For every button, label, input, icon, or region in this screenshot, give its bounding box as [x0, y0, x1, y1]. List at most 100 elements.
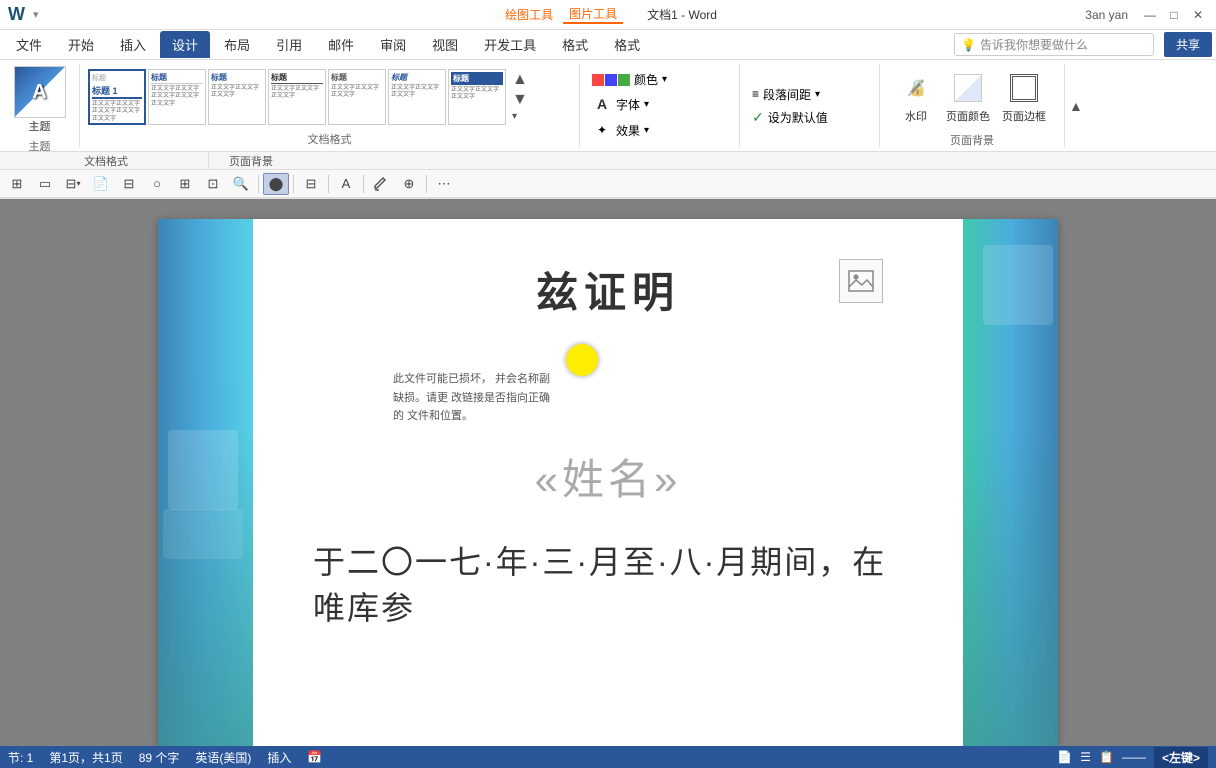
active-tool-btn[interactable]: ⬤ — [263, 173, 289, 195]
tab-design[interactable]: 设计 — [160, 31, 210, 58]
resize-icon-btn[interactable]: ⊡ — [200, 173, 226, 195]
ribbon-group-doc-format: 标题 标题 1 正文文字正文文字正文文字正文文字正文文字 标题 正文文字正文文字… — [80, 64, 580, 147]
ribbon-search[interactable]: 💡 告诉我你想要做什么 — [954, 33, 1154, 56]
layout-icon-2[interactable]: ☰ — [1080, 750, 1091, 764]
style-item-0[interactable]: 标题 标题 1 正文文字正文文字正文文字正文文字正文文字 — [88, 69, 146, 125]
style-item-4[interactable]: 标题 正文文字正文文字正文文字 — [328, 69, 386, 125]
tab-view[interactable]: 视图 — [420, 31, 470, 58]
layout-icon-1[interactable]: 📄 — [1057, 750, 1072, 764]
page-decoration-right — [963, 219, 1058, 746]
name-field: «姓名» — [535, 456, 682, 503]
ribbon-content-design: A 主题 主题 标题 标题 1 正文文字正文文字正文文字正文文字正文文字 — [0, 60, 1216, 152]
page-bg-section-label: 页面背景 — [209, 153, 273, 169]
scroll-up-icon[interactable]: ▲ — [512, 71, 528, 89]
username: 3an yan — [1085, 8, 1128, 22]
drawing-tools-tab[interactable]: 绘图工具 — [499, 6, 559, 23]
edit-mode: 插入 — [267, 749, 291, 766]
fonts-button[interactable]: A 字体 ▾ — [588, 92, 653, 116]
separator-2 — [293, 175, 294, 193]
tab-review[interactable]: 审阅 — [368, 31, 418, 58]
status-bar: 节: 1 第1页，共1页 89 个字 英语(美国) 插入 📅 📄 ☰ 📋 —— … — [0, 746, 1216, 768]
ribbon-group-colors: 颜色 ▾ A 字体 ▾ ✦ 效果 ▾ — [580, 64, 740, 147]
ribbon-group-theme: A 主题 主题 — [0, 64, 80, 147]
group-icon-btn[interactable]: ⊕ — [396, 173, 422, 195]
title-bar-right: 3an yan — □ ✕ — [1085, 5, 1208, 25]
tab-mailings[interactable]: 邮件 — [316, 31, 366, 58]
circle-icon-btn[interactable]: ○ — [144, 173, 170, 195]
scroll-down-icon[interactable]: ▼ — [512, 91, 528, 109]
search-placeholder[interactable]: 告诉我你想要做什么 — [980, 36, 1147, 53]
grid-icon-btn[interactable]: ⊞ — [172, 173, 198, 195]
collapse-ribbon-button[interactable]: ▲ — [1065, 64, 1095, 147]
close-button[interactable]: ✕ — [1188, 5, 1208, 25]
edit-icon-btn[interactable] — [368, 173, 394, 195]
tab-developer[interactable]: 开发工具 — [472, 31, 548, 58]
page-color-button[interactable]: 页面颜色 — [944, 68, 992, 126]
ribbon-tab-bar: 文件 开始 插入 设计 布局 引用 邮件 审阅 视图 开发工具 格式 格式 💡 … — [0, 30, 1216, 60]
style-item-6[interactable]: 标题 正文文字正文文字正文文字 — [448, 69, 506, 125]
colors-button[interactable]: 颜色 ▾ — [588, 69, 671, 90]
document-content: 兹证明 此文件可能已损坏， 并会名称副缺损。请更 改链接是否指向正确的 文件和位… — [253, 219, 963, 746]
more-btn[interactable]: ⋯ — [431, 173, 457, 195]
shape-icon-btn[interactable]: ▭ — [32, 173, 58, 195]
colors-dropdown-icon: ▾ — [662, 74, 667, 85]
collapse-icon[interactable]: ▲ — [1069, 98, 1083, 114]
zoom-icon-btn[interactable]: 🔍 — [228, 173, 254, 195]
name-placeholder: «姓名» — [313, 446, 903, 507]
zoom-level: —— — [1122, 750, 1146, 764]
share-button[interactable]: 共享 — [1164, 32, 1212, 57]
spacing-button[interactable]: ≡ 段落间距 ▾ — [748, 84, 824, 105]
action-button[interactable]: <左键> — [1154, 747, 1208, 768]
ribbon: 文件 开始 插入 设计 布局 引用 邮件 审阅 视图 开发工具 格式 格式 💡 … — [0, 30, 1216, 199]
default-button[interactable]: ✓ 设为默认值 — [748, 107, 832, 128]
document-title: 兹证明 — [313, 259, 903, 320]
body-text-block: 此文件可能已损坏， 并会名称副缺损。请更 改链接是否指向正确的 文件和位置。 — [393, 370, 553, 426]
quick-access: ▾ — [33, 8, 39, 21]
layout-icon-3[interactable]: 📋 — [1099, 750, 1114, 764]
doc-format-label: 文档格式 — [88, 129, 571, 147]
tab-layout[interactable]: 布局 — [212, 31, 262, 58]
tab-references[interactable]: 引用 — [264, 31, 314, 58]
spacing-icon: ≡ — [752, 87, 759, 101]
document-title: 文档1 - Word — [647, 6, 717, 23]
watermark-button[interactable]: 🔏 水印 — [896, 68, 936, 126]
wrap2-icon-btn[interactable]: ⊟ — [298, 173, 324, 195]
text-tool-btn[interactable]: A — [333, 173, 359, 195]
style-item-2[interactable]: 标题 正文文字正文文字正文文字 — [208, 69, 266, 125]
tab-home[interactable]: 开始 — [56, 31, 106, 58]
effects-button[interactable]: ✦ 效果 ▾ — [588, 118, 653, 142]
ribbon-group-spacing: ≡ 段落间距 ▾ ✓ 设为默认值 — [740, 64, 880, 147]
minimize-button[interactable]: — — [1140, 5, 1160, 25]
style-item-3[interactable]: 标题 正文文字正文文字正文文字 — [268, 69, 326, 125]
fonts-icon: A — [592, 94, 612, 114]
picture-tools-tab[interactable]: 图片工具 — [563, 5, 623, 24]
section-labels-bar: 文档格式 页面背景 — [0, 152, 1216, 170]
fonts-dropdown-icon: ▾ — [644, 99, 649, 110]
tab-format1[interactable]: 格式 — [550, 31, 600, 58]
watermark-label: 水印 — [905, 108, 927, 124]
tab-format2[interactable]: 格式 — [602, 31, 652, 58]
default-label: 设为默认值 — [768, 109, 828, 126]
doc-icon-btn[interactable]: 📄 — [88, 173, 114, 195]
body-main-text: 于二〇一七·年·三·月至·八·月期间，在唯库参 — [313, 537, 903, 629]
style-scroll-button[interactable]: ▲ ▼ ▾ — [510, 71, 530, 122]
table-icon-btn[interactable]: ⊞ — [4, 173, 30, 195]
watermark-icon: 🔏 — [898, 70, 934, 106]
tab-insert[interactable]: 插入 — [108, 31, 158, 58]
expand-icon[interactable]: ▾ — [512, 111, 528, 122]
tab-file[interactable]: 文件 — [4, 31, 54, 58]
image-placeholder[interactable] — [839, 259, 883, 303]
colors-label: 颜色 — [634, 71, 658, 88]
image-icon — [847, 267, 875, 295]
wrap-icon-btn[interactable]: ⊟▾ — [60, 173, 86, 195]
page-border-button[interactable]: 页面边框 — [1000, 68, 1048, 126]
theme-button[interactable]: A 主题 — [12, 64, 68, 136]
spacing-dropdown-icon: ▾ — [815, 89, 820, 100]
style-item-5[interactable]: 标题 正文文字正文文字正文文字 — [388, 69, 446, 125]
effects-dropdown-icon: ▾ — [644, 125, 649, 136]
style-item-1[interactable]: 标题 正文文字正文文字正文文字正文文字正文文字 — [148, 69, 206, 125]
restore-button[interactable]: □ — [1164, 5, 1184, 25]
align-left-btn[interactable]: ⊟ — [116, 173, 142, 195]
title-bar-center: 绘图工具 图片工具 文档1 - Word — [499, 5, 717, 24]
page-color-icon — [950, 70, 986, 106]
